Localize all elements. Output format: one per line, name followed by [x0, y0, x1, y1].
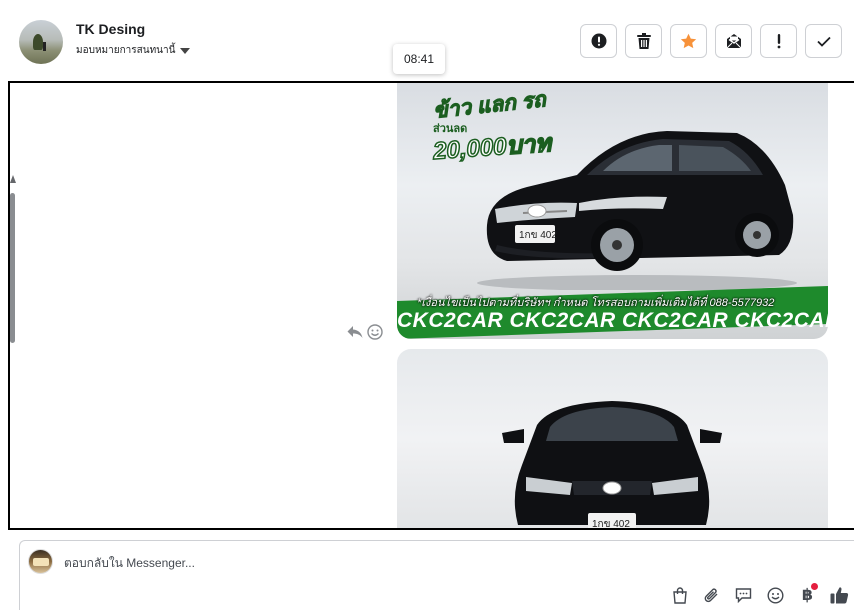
- payment-button[interactable]: ฿: [796, 583, 819, 606]
- page-logo: [33, 558, 49, 566]
- page-avatar: [28, 549, 53, 574]
- trash-icon: [636, 33, 651, 49]
- assign-label: มอบหมายการสนทนานี้: [76, 45, 176, 56]
- plate-text: 1กข 402: [519, 230, 557, 241]
- attach-button[interactable]: [700, 584, 723, 606]
- message-thread[interactable]: 1กข 402 ข้าว แลก รถ ส่วนลด 20,000บาท *เง…: [8, 81, 854, 530]
- paperclip-icon: [704, 588, 718, 602]
- contact-name[interactable]: TK Desing: [76, 21, 145, 37]
- notification-dot: [811, 583, 818, 590]
- bag-icon: [672, 586, 687, 604]
- like-icon: [830, 587, 849, 604]
- promo-graphic: ข้าว แลก รถ ส่วนลด 20,000บาท: [425, 87, 585, 166]
- caret-down-icon: [180, 47, 191, 54]
- avatar-figure: [43, 42, 46, 51]
- done-button[interactable]: [805, 24, 842, 58]
- emoji-icon: [767, 586, 784, 604]
- scrollbar-thumb[interactable]: [10, 193, 15, 343]
- check-icon: [816, 36, 831, 47]
- header-actions: [580, 24, 842, 58]
- banner-text: CKC2CAR CKC2CAR CKC2CAR CKC2CAR CKC2: [397, 309, 828, 332]
- assign-dropdown[interactable]: มอบหมายการสนทนานี้: [76, 43, 191, 58]
- envelope-icon: [726, 34, 741, 49]
- emoji-icon[interactable]: [367, 324, 383, 340]
- star-icon: [680, 33, 697, 49]
- contact-avatar[interactable]: [19, 20, 63, 64]
- composer-tools: ฿: [668, 583, 851, 606]
- emoji-button[interactable]: [764, 584, 787, 606]
- avatar-tree: [33, 34, 43, 50]
- mark-unread-button[interactable]: [715, 24, 752, 58]
- plate-text-2: 1กข 402: [592, 519, 630, 530]
- promo-discount-amount: 20,000บาท: [432, 129, 553, 166]
- car-front-illustration: 1กข 402: [502, 401, 722, 530]
- saved-reply-icon: [735, 588, 752, 603]
- car-photo-message[interactable]: 1กข 402 ข้าว แลก รถ ส่วนลด 20,000บาท *เง…: [397, 83, 828, 339]
- reply-icon[interactable]: [347, 325, 363, 339]
- shop-button[interactable]: [668, 584, 691, 606]
- exclamation-circle-icon: [591, 33, 606, 49]
- saved-reply-button[interactable]: [732, 584, 755, 606]
- scroll-up-arrow-icon[interactable]: [10, 175, 16, 183]
- spam-button[interactable]: [580, 24, 617, 58]
- follow-up-button[interactable]: [760, 24, 797, 58]
- reply-input[interactable]: [64, 554, 664, 572]
- reply-composer: ฿: [19, 540, 854, 610]
- timestamp-tooltip: 08:41: [393, 44, 445, 74]
- delete-button[interactable]: [625, 24, 662, 58]
- inbox-conversation-panel: TK Desing มอบหมายการสนทนานี้ 08:41 1กข 4…: [0, 0, 854, 610]
- like-button[interactable]: [828, 584, 851, 606]
- star-button[interactable]: [670, 24, 707, 58]
- exclamation-icon: [777, 34, 780, 49]
- car-photo-message-2[interactable]: 1กข 402: [397, 349, 828, 530]
- message-tools: [347, 324, 383, 340]
